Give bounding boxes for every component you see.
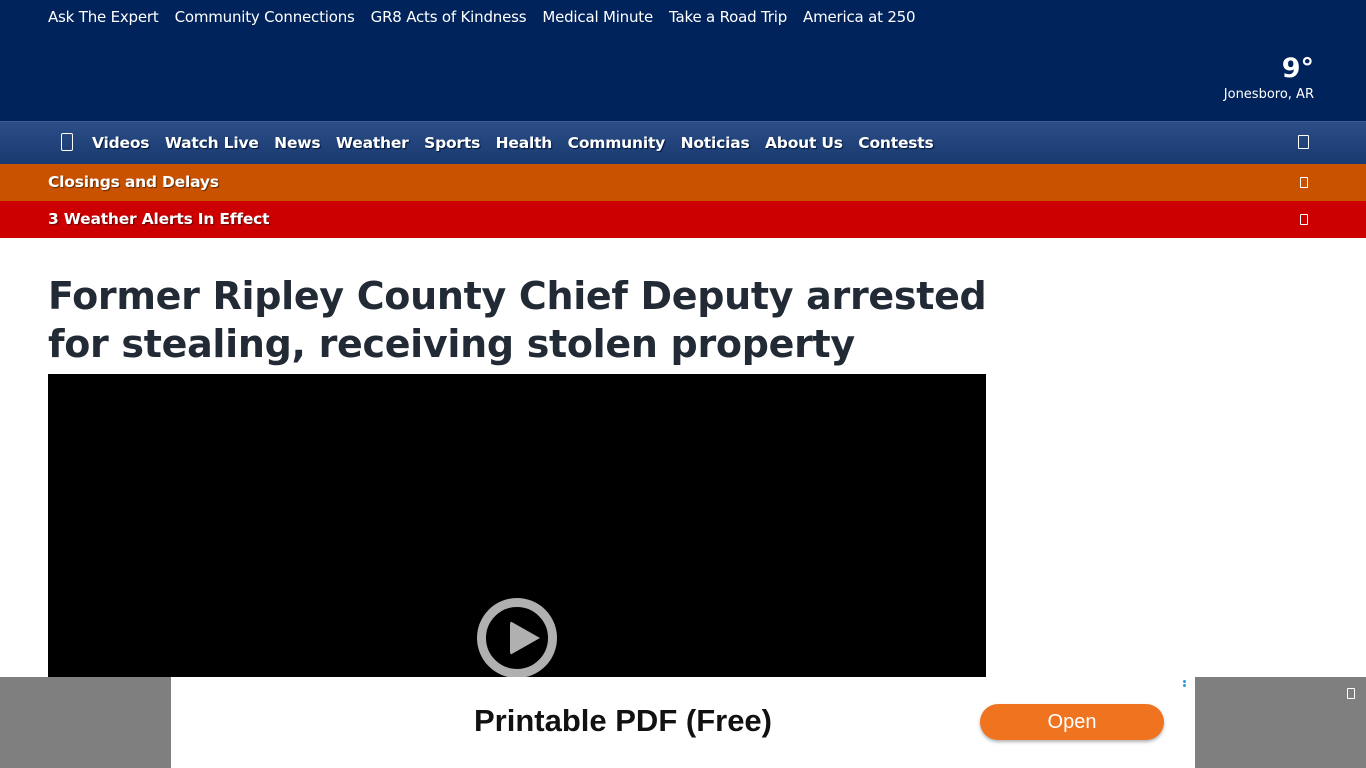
top-link-ask-the-expert[interactable]: Ask The Expert [48, 7, 159, 27]
weather-alerts-label[interactable]: 3 Weather Alerts In Effect [48, 209, 270, 230]
search-icon[interactable] [1298, 135, 1309, 149]
top-link-community-connections[interactable]: Community Connections [175, 7, 355, 27]
closings-bar[interactable]: Closings and Delays [0, 164, 1366, 201]
ad-choices-icon[interactable] [1183, 680, 1187, 690]
main-nav: Videos Watch Live News Weather Sports He… [0, 121, 1366, 164]
top-header: Ask The Expert Community Connections GR8… [0, 0, 1366, 121]
weather-temperature[interactable]: 9° [1224, 52, 1314, 86]
nav-item-community[interactable]: Community [568, 132, 666, 154]
hamburger-menu-icon[interactable] [61, 133, 73, 151]
top-link-medical-minute[interactable]: Medical Minute [542, 7, 653, 27]
closings-chevron-icon[interactable] [1300, 177, 1308, 188]
nav-item-contests[interactable]: Contests [858, 132, 933, 154]
alerts-chevron-icon[interactable] [1300, 214, 1308, 225]
weather-alerts-bar[interactable]: 3 Weather Alerts In Effect [0, 201, 1366, 238]
article-headline: Former Ripley County Chief Deputy arrest… [48, 274, 987, 366]
top-link-america-at-250[interactable]: America at 250 [803, 7, 916, 27]
close-icon[interactable] [1347, 688, 1355, 699]
nav-item-noticias[interactable]: Noticias [681, 132, 750, 154]
closings-label[interactable]: Closings and Delays [48, 172, 219, 193]
main-nav-links: Videos Watch Live News Weather Sports He… [92, 132, 949, 154]
nav-item-weather[interactable]: Weather [336, 132, 409, 154]
weather-widget[interactable]: 9° Jonesboro, AR [1224, 52, 1314, 104]
nav-item-news[interactable]: News [274, 132, 320, 154]
nav-item-watch-live[interactable]: Watch Live [165, 132, 259, 154]
ad-open-button[interactable]: Open [980, 704, 1164, 740]
weather-city: Jonesboro, AR [1223, 87, 1314, 102]
nav-item-about-us[interactable]: About Us [765, 132, 843, 154]
nav-item-videos[interactable]: Videos [92, 132, 150, 154]
ad-banner: Printable PDF (Free) Open [0, 677, 1366, 768]
nav-item-health[interactable]: Health [496, 132, 553, 154]
play-icon [510, 621, 540, 655]
top-links: Ask The Expert Community Connections GR8… [48, 7, 931, 27]
ad-content[interactable]: Printable PDF (Free) Open [171, 677, 1195, 768]
play-button[interactable] [477, 598, 557, 678]
top-link-take-a-road-trip[interactable]: Take a Road Trip [669, 7, 787, 27]
ad-title[interactable]: Printable PDF (Free) [474, 703, 772, 739]
nav-item-sports[interactable]: Sports [424, 132, 480, 154]
top-link-gr8-acts-of-kindness[interactable]: GR8 Acts of Kindness [371, 7, 527, 27]
